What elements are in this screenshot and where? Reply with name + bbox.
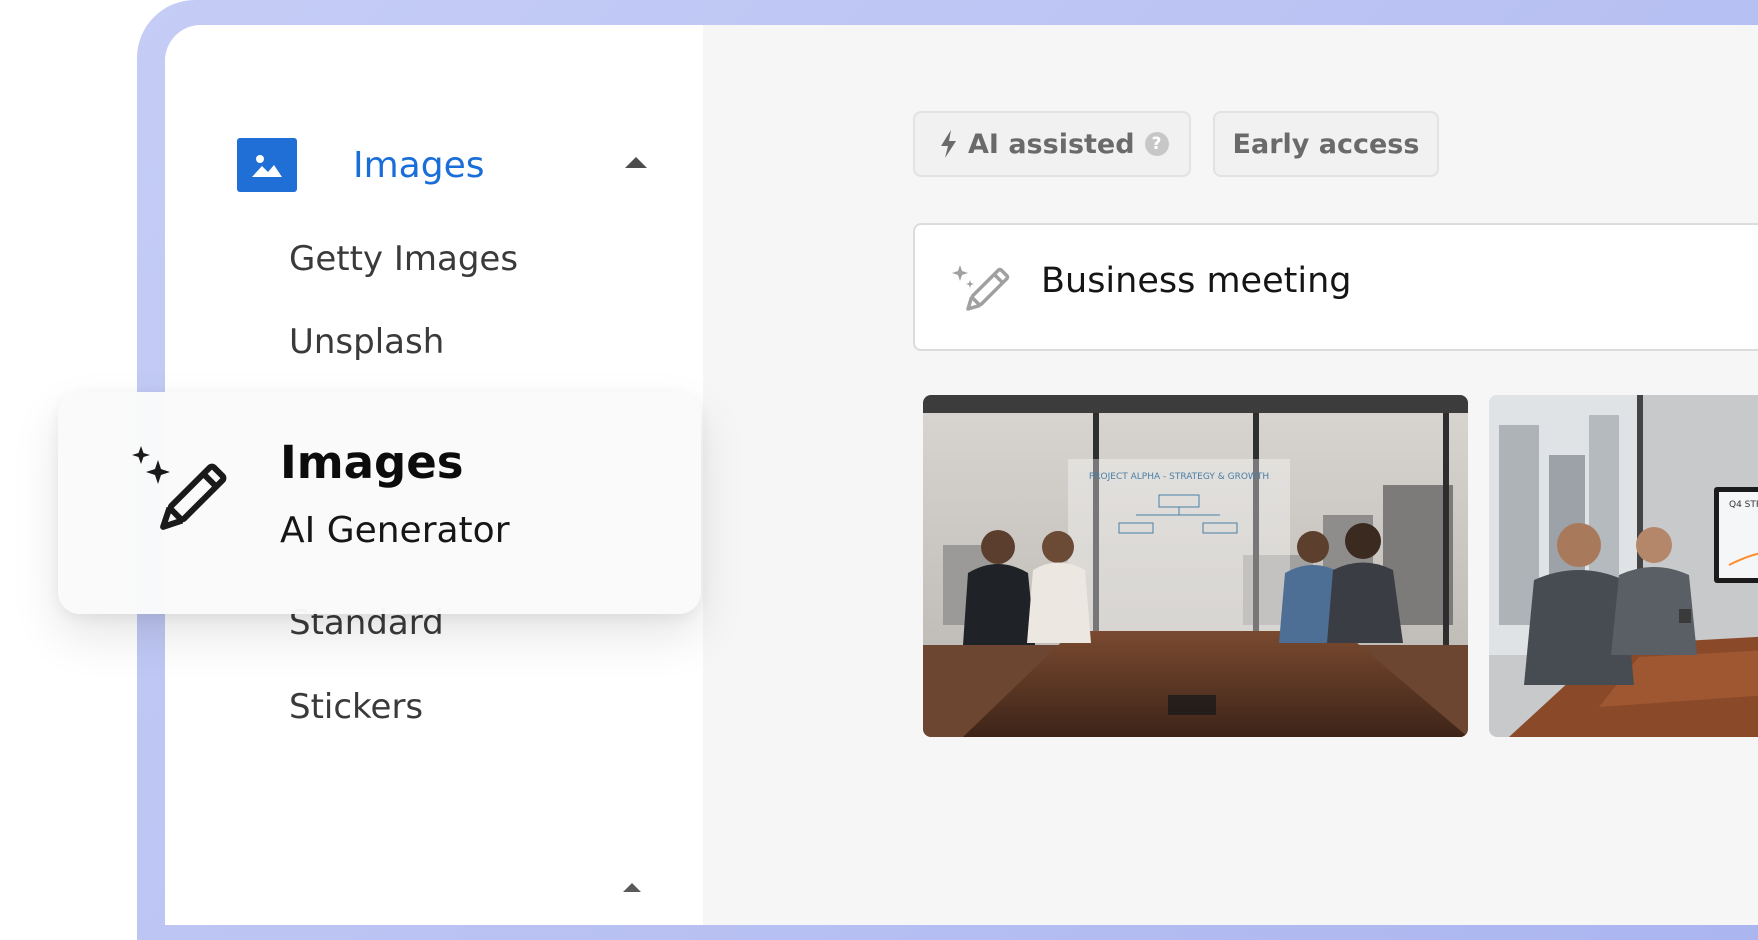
early-access-label: Early access (1232, 128, 1420, 160)
whiteboard-text: PROJECT ALPHA - STRATEGY & GROWTH (1089, 472, 1269, 482)
image-icon (237, 138, 297, 192)
sidebar-item-unsplash[interactable]: Unsplash (289, 322, 444, 362)
lightning-icon (941, 130, 956, 158)
ai-card-title: Images (280, 436, 464, 489)
help-icon[interactable]: ? (1144, 132, 1169, 156)
prompt-input[interactable]: Business meeting (913, 223, 1758, 351)
early-access-badge: Early access (1213, 111, 1439, 177)
sidebar-section-images[interactable]: Images (237, 137, 647, 193)
result-image[interactable]: Q4 STRATEGY (1489, 395, 1758, 737)
magic-pencil-icon (952, 265, 1010, 311)
screen-text: Q4 STRATEGY (1729, 500, 1758, 510)
chevron-up-icon[interactable] (625, 157, 647, 168)
ai-generator-card[interactable]: Images AI Generator (58, 392, 701, 614)
main-panel: AI assisted ? Early access Business meet… (703, 25, 1758, 925)
sidebar-item-stickers[interactable]: Stickers (289, 687, 423, 727)
chevron-up-icon[interactable] (623, 883, 641, 892)
ai-assisted-label: AI assisted (968, 128, 1135, 160)
sidebar-section-label: Images (353, 144, 485, 186)
ai-card-subtitle: AI Generator (280, 510, 510, 551)
ai-assisted-badge[interactable]: AI assisted ? (913, 111, 1191, 177)
magic-pencil-icon (132, 446, 227, 530)
prompt-value: Business meeting (1041, 261, 1352, 301)
sidebar-item-getty-images[interactable]: Getty Images (289, 239, 518, 279)
result-image[interactable]: PROJECT ALPHA - STRATEGY & GROWTH (923, 395, 1468, 737)
